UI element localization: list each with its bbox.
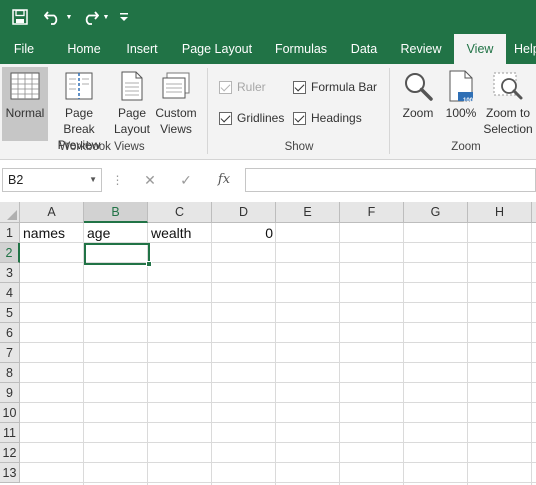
insert-function-button[interactable]: fx — [210, 168, 238, 192]
grid-line — [20, 302, 536, 303]
tab-help[interactable]: Help — [514, 34, 536, 64]
row-header-8[interactable]: 8 — [0, 363, 20, 383]
save-icon[interactable] — [8, 5, 32, 29]
formula-input[interactable] — [245, 168, 536, 192]
ribbon: Normal Page Break Preview Page Layout Cu… — [0, 64, 536, 160]
group-separator — [207, 68, 208, 154]
grid-line — [20, 442, 536, 443]
column-header-c[interactable]: C — [148, 202, 212, 223]
cell-c1[interactable]: wealth — [148, 223, 212, 243]
checkbox-checked-icon — [219, 80, 232, 94]
page-layout-icon — [112, 67, 152, 105]
redo-icon[interactable] — [79, 5, 101, 29]
column-header-e[interactable]: E — [276, 202, 340, 223]
ruler-checkbox[interactable]: Ruler — [219, 78, 266, 96]
zoom-100-button[interactable]: 100 100% — [442, 67, 480, 141]
chevron-down-icon[interactable]: ▼ — [89, 169, 97, 191]
tab-review[interactable]: Review — [392, 34, 450, 64]
undo-icon[interactable] — [42, 5, 64, 29]
workbook-views-group-label: Workbook Views — [59, 141, 145, 153]
tab-home[interactable]: Home — [56, 34, 112, 64]
headings-checkbox[interactable]: Headings — [293, 109, 362, 127]
cell-a1[interactable]: names — [20, 223, 84, 243]
tab-page-layout[interactable]: Page Layout — [172, 34, 262, 64]
grid-line — [20, 482, 536, 483]
cell-b1[interactable]: age — [84, 223, 148, 243]
column-header-i[interactable] — [532, 202, 536, 223]
column-header-d[interactable]: D — [212, 202, 276, 223]
row-header-5[interactable]: 5 — [0, 303, 20, 323]
zoom-100-icon: 100 — [442, 67, 480, 105]
column-header-b[interactable]: B — [84, 202, 148, 223]
grid-line — [20, 462, 536, 463]
row-header-10[interactable]: 10 — [0, 403, 20, 423]
tab-formulas[interactable]: Formulas — [266, 34, 336, 64]
zoom-100-badge: 100 — [463, 98, 474, 104]
tab-file[interactable]: File — [0, 34, 48, 64]
ribbon-tabs: File Home Insert Page Layout Formulas Da… — [0, 34, 536, 64]
cancel-icon[interactable]: ✕ — [138, 168, 162, 192]
row-header-6[interactable]: 6 — [0, 323, 20, 343]
row-header-7[interactable]: 7 — [0, 343, 20, 363]
show-group-label: Show — [284, 141, 314, 153]
normal-view-icon — [2, 67, 48, 105]
formula-bar-checkbox[interactable]: Formula Bar — [293, 78, 377, 96]
row-header-3[interactable]: 3 — [0, 263, 20, 283]
checkbox-checked-icon — [293, 111, 306, 125]
row-header-9[interactable]: 9 — [0, 383, 20, 403]
column-header-a[interactable]: A — [20, 202, 84, 223]
checkbox-checked-icon — [293, 80, 306, 94]
row-header-4[interactable]: 4 — [0, 283, 20, 303]
name-box[interactable]: B2 ▼ — [2, 168, 102, 192]
column-header-f[interactable]: F — [340, 202, 404, 223]
group-separator — [389, 68, 390, 154]
grid-line — [20, 382, 536, 383]
row-header-1[interactable]: 1 — [0, 223, 20, 243]
checkbox-checked-icon — [219, 111, 232, 125]
tab-insert[interactable]: Insert — [116, 34, 168, 64]
tab-data[interactable]: Data — [340, 34, 388, 64]
fill-handle[interactable] — [146, 261, 152, 267]
selected-cell-b2[interactable] — [84, 243, 152, 267]
zoom-group-label: Zoom — [451, 141, 481, 153]
grid-line — [20, 282, 536, 283]
select-all-button[interactable] — [0, 202, 20, 223]
zoom-to-selection-icon — [482, 67, 534, 105]
enter-icon[interactable]: ✓ — [174, 168, 198, 192]
column-header-h[interactable]: H — [468, 202, 532, 223]
grid-line — [20, 342, 536, 343]
custom-views-button[interactable]: Custom Views — [153, 67, 199, 141]
grid-line — [20, 322, 536, 323]
page-layout-button[interactable]: Page Layout — [112, 67, 152, 141]
quick-access-toolbar: ▼ ▼ — [0, 0, 536, 34]
row-header-2[interactable]: 2 — [0, 243, 20, 263]
magnifier-icon — [398, 67, 438, 105]
row-header-12[interactable]: 12 — [0, 443, 20, 463]
drag-handle-icon[interactable]: ⋮ — [110, 168, 124, 192]
spreadsheet-grid: A B C D E F G H 1 2 3 4 5 6 7 8 9 10 11 … — [0, 202, 536, 485]
undo-dropdown-icon[interactable]: ▼ — [64, 5, 74, 29]
formula-bar: B2 ▼ ⋮ ✕ ✓ fx — [0, 160, 536, 200]
cell-d1[interactable]: 0 — [212, 223, 276, 243]
grid-line — [20, 362, 536, 363]
column-header-g[interactable]: G — [404, 202, 468, 223]
zoom-to-selection-button[interactable]: Zoom to Selection — [482, 67, 534, 141]
gridlines-checkbox[interactable]: Gridlines — [219, 109, 284, 127]
zoom-button[interactable]: Zoom — [398, 67, 438, 141]
row-header-13[interactable]: 13 — [0, 463, 20, 483]
row-header-11[interactable]: 11 — [0, 423, 20, 443]
customize-icon[interactable] — [117, 5, 131, 29]
page-break-preview-button[interactable]: Page Break Preview — [48, 67, 110, 152]
page-break-preview-icon — [48, 67, 110, 105]
tab-view[interactable]: View — [454, 34, 506, 64]
custom-views-icon — [153, 67, 199, 105]
grid-line — [20, 422, 536, 423]
redo-dropdown-icon[interactable]: ▼ — [101, 5, 111, 29]
normal-view-button[interactable]: Normal — [2, 67, 48, 141]
grid-line — [20, 402, 536, 403]
